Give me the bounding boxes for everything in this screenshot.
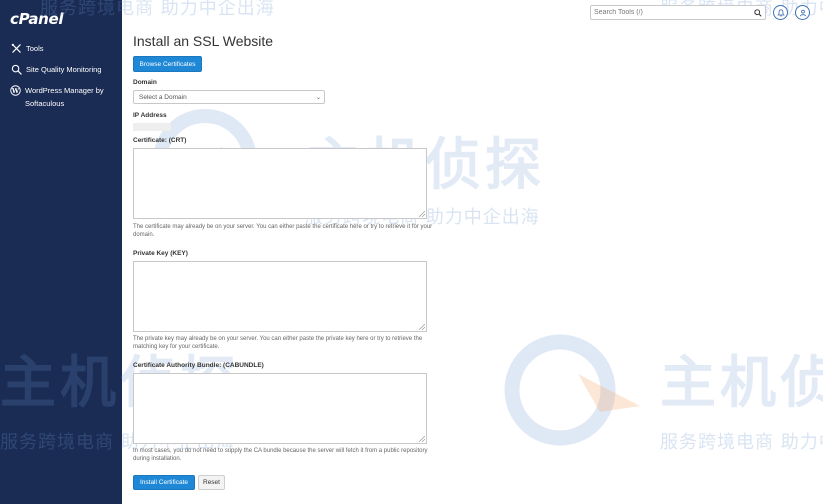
search-input[interactable] — [594, 9, 754, 16]
ip-address-value — [133, 123, 171, 131]
svg-text:W: W — [11, 86, 20, 94]
watermark-logo-icon — [504, 334, 640, 446]
resize-handle-icon[interactable] — [419, 436, 425, 442]
certificate-label: Certificate: (CRT) — [133, 137, 187, 144]
cabundle-help-text: In most cases, you do not need to supply… — [133, 448, 428, 462]
reset-button[interactable]: Reset — [198, 475, 225, 490]
sidebar-item-tools[interactable]: Tools — [10, 42, 44, 55]
sidebar-item-label: WordPress Manager by Softaculous — [25, 86, 104, 108]
watermark-brand: 主机侦探 — [660, 351, 823, 416]
sidebar-item-site-quality-monitoring[interactable]: Site Quality Monitoring — [10, 63, 101, 76]
page-title: Install an SSL Website — [133, 33, 274, 49]
watermark-slogan: 服务跨境电商 助力中企出海 — [660, 432, 823, 453]
sidebar-item-label: Tools — [26, 44, 44, 53]
wordpress-icon: W — [10, 84, 21, 96]
notifications-button[interactable] — [773, 5, 788, 20]
sidebar: cPanel Tools Site Quality Monitoring W W… — [0, 0, 122, 504]
resize-handle-icon[interactable] — [419, 324, 425, 330]
sidebar-item-wordpress-manager[interactable]: W WordPress Manager by Softaculous — [10, 84, 118, 110]
tools-icon — [10, 42, 22, 54]
resize-handle-icon[interactable] — [419, 211, 425, 217]
magnifier-icon — [10, 63, 22, 75]
search-tools[interactable] — [590, 5, 766, 20]
domain-label: Domain — [133, 79, 157, 86]
ip-address-label: IP Address — [133, 112, 167, 119]
install-certificate-button[interactable]: Install Certificate — [133, 475, 195, 490]
certificate-textarea[interactable] — [133, 148, 427, 219]
cabundle-textarea[interactable] — [133, 373, 427, 444]
search-icon[interactable] — [754, 4, 762, 22]
private-key-textarea[interactable] — [133, 261, 427, 332]
user-icon — [799, 9, 806, 16]
certificate-help-text: The certificate may already be on your s… — [133, 224, 433, 238]
cpanel-logo[interactable]: cPanel — [10, 10, 64, 28]
domain-select[interactable]: Select a Domain ⌄ — [133, 90, 325, 104]
sidebar-item-label: Site Quality Monitoring — [26, 65, 102, 74]
browse-certificates-button[interactable]: Browse Certificates — [133, 56, 202, 72]
user-menu-button[interactable] — [795, 5, 810, 20]
bell-icon — [776, 8, 785, 17]
chevron-down-icon: ⌄ — [315, 95, 321, 101]
cabundle-label: Certificate Authority Bundle: (CABUNDLE) — [133, 362, 264, 369]
domain-select-value: Select a Domain — [139, 93, 187, 101]
private-key-label: Private Key (KEY) — [133, 250, 188, 257]
private-key-help-text: The private key may already be on your s… — [133, 336, 423, 350]
